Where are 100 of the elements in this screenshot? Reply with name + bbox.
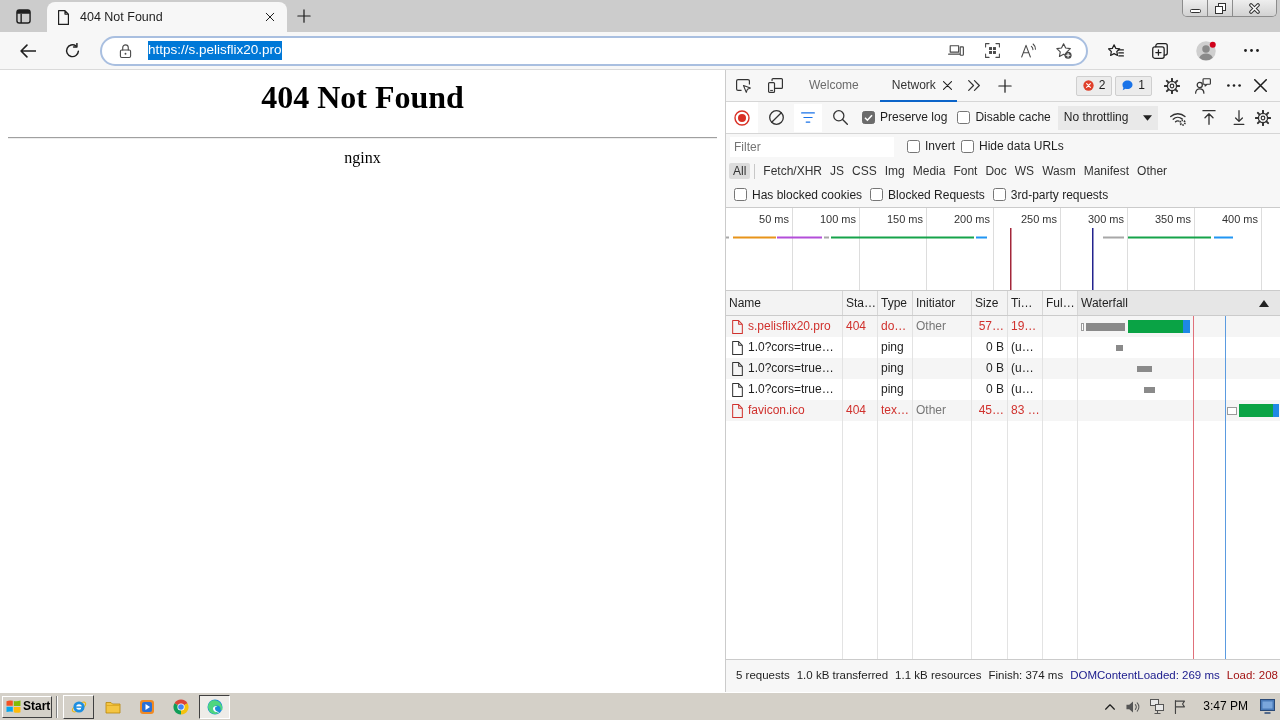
message-icon[interactable] bbox=[1122, 80, 1134, 91]
checkbox-label[interactable]: Has blocked cookies bbox=[752, 187, 863, 203]
restore-button[interactable] bbox=[1208, 0, 1233, 16]
resource-type-filter[interactable]: Font bbox=[949, 162, 982, 180]
checkbox-label[interactable]: Disable cache bbox=[975, 110, 1051, 125]
checkbox[interactable] bbox=[957, 111, 971, 124]
minimize-icon[interactable] bbox=[1189, 9, 1201, 13]
segmented-circle-icon[interactable] bbox=[172, 698, 189, 715]
column-header[interactable]: Name bbox=[726, 291, 843, 315]
resource-type-filter[interactable]: Media bbox=[908, 162, 950, 180]
caret-down-icon[interactable] bbox=[1142, 114, 1152, 121]
devices-icon[interactable] bbox=[948, 45, 964, 56]
clear-icon[interactable] bbox=[768, 110, 784, 125]
checkbox[interactable] bbox=[961, 140, 974, 153]
checkbox-label[interactable]: Preserve log bbox=[880, 110, 948, 125]
column-header[interactable]: Initiator bbox=[913, 291, 972, 315]
timing-bar bbox=[1086, 322, 1125, 331]
request-name[interactable]: favicon.ico bbox=[748, 403, 805, 418]
speaker-icon[interactable] bbox=[1126, 699, 1141, 714]
checkbox-label[interactable]: Blocked Requests bbox=[888, 187, 985, 203]
show-desktop-icon[interactable] bbox=[1260, 699, 1275, 714]
device-icon[interactable] bbox=[767, 78, 783, 93]
request-name[interactable]: 1.0?cors=true… bbox=[748, 361, 834, 376]
time-tick-label: 50 ms bbox=[759, 213, 789, 227]
resource-type-filter[interactable]: All bbox=[729, 162, 751, 180]
request-name[interactable]: s.pelisflix20.pro bbox=[748, 319, 831, 334]
resource-type-filter[interactable]: Fetch/XHR bbox=[759, 162, 827, 180]
message-counter[interactable]: 1 bbox=[1115, 75, 1152, 96]
browser-tab[interactable]: 404 Not Found bbox=[47, 2, 287, 32]
url-text[interactable]: https://s.pelisflix20.pro bbox=[148, 41, 282, 60]
checkbox[interactable] bbox=[870, 188, 884, 202]
table-row[interactable]: s.pelisflix20.pro 404 do… Other 57… 19… bbox=[726, 316, 1280, 337]
checkbox[interactable] bbox=[992, 188, 1006, 202]
error-counter[interactable]: 2 bbox=[1075, 75, 1113, 96]
lock-icon[interactable] bbox=[119, 43, 132, 58]
chevron-up-icon[interactable] bbox=[1105, 703, 1116, 710]
resource-type-filter[interactable]: Manifest bbox=[1079, 162, 1134, 180]
column-header[interactable]: Ti… bbox=[1008, 291, 1043, 315]
minimize-button[interactable] bbox=[1183, 0, 1208, 16]
filter-icon[interactable] bbox=[801, 112, 815, 123]
inspect-icon[interactable] bbox=[735, 78, 751, 93]
back-icon[interactable] bbox=[20, 43, 36, 58]
panel-tab[interactable]: Welcome bbox=[797, 69, 871, 102]
collections-icon[interactable] bbox=[1152, 42, 1168, 59]
app-grid-icon[interactable] bbox=[984, 43, 1000, 58]
table-cell: 83 … bbox=[1008, 400, 1043, 421]
column-header[interactable]: Sta… bbox=[843, 291, 878, 315]
sort-ascending-icon[interactable] bbox=[1259, 299, 1269, 307]
filter-button[interactable] bbox=[794, 103, 822, 132]
resource-type-filter[interactable]: Other bbox=[1133, 162, 1172, 180]
restore-icon[interactable] bbox=[1214, 2, 1226, 14]
address-bar[interactable]: https://s.pelisflix20.pro bbox=[100, 35, 1088, 66]
page-icon bbox=[58, 9, 69, 25]
summary-text: 5 requests bbox=[736, 669, 790, 683]
request-name[interactable]: 1.0?cors=true… bbox=[748, 382, 834, 397]
resource-type-filter[interactable]: JS bbox=[826, 162, 849, 180]
flag-icon[interactable] bbox=[1174, 699, 1187, 714]
error-icon[interactable] bbox=[1082, 80, 1094, 91]
table-cell: do… bbox=[878, 316, 913, 337]
refresh-icon[interactable] bbox=[64, 43, 80, 58]
tab-actions-icon[interactable] bbox=[16, 8, 31, 24]
resource-type-filter[interactable]: Img bbox=[880, 162, 909, 180]
search-icon[interactable] bbox=[832, 110, 848, 125]
column-header[interactable]: Type bbox=[878, 291, 913, 315]
resource-type-filter[interactable]: Wasm bbox=[1038, 162, 1080, 180]
upload-icon[interactable] bbox=[1201, 110, 1216, 125]
resource-type-filter[interactable]: CSS bbox=[848, 162, 881, 180]
play-icon[interactable] bbox=[138, 698, 155, 715]
column-header[interactable]: Size bbox=[972, 291, 1008, 315]
close-window-button[interactable] bbox=[1233, 0, 1276, 16]
taskbar-app-button[interactable] bbox=[199, 694, 230, 719]
network-icon[interactable] bbox=[1150, 699, 1165, 714]
close-tab-icon[interactable] bbox=[942, 81, 952, 90]
checkbox[interactable] bbox=[907, 140, 920, 153]
record-button[interactable] bbox=[726, 102, 758, 133]
table-row[interactable]: favicon.ico 404 tex… Other 45… 83 … bbox=[726, 400, 1280, 421]
column-header[interactable]: Waterfall bbox=[1078, 291, 1280, 315]
read-aloud-icon[interactable] bbox=[1020, 43, 1036, 58]
star-plus-icon[interactable] bbox=[1056, 42, 1072, 59]
resource-type-filter[interactable]: WS bbox=[1010, 162, 1039, 180]
star-list-icon[interactable] bbox=[1108, 43, 1124, 58]
checkbox-label[interactable]: Hide data URLs bbox=[979, 139, 1064, 154]
avatar-icon[interactable] bbox=[1196, 40, 1216, 61]
checkbox[interactable] bbox=[734, 188, 747, 202]
more-icon[interactable] bbox=[1243, 49, 1259, 52]
checkbox[interactable] bbox=[862, 111, 875, 124]
close-icon[interactable] bbox=[1249, 2, 1260, 14]
double-chevron-icon[interactable] bbox=[967, 80, 980, 91]
resource-type-filter[interactable]: Doc bbox=[981, 162, 1011, 180]
record-icon[interactable] bbox=[734, 109, 750, 126]
checkbox-label[interactable]: 3rd-party requests bbox=[1010, 187, 1109, 203]
table-row[interactable]: 1.0?cors=true… ping 0 B (u… bbox=[726, 358, 1280, 379]
filter-field[interactable]: Filter bbox=[730, 136, 894, 157]
request-name[interactable]: 1.0?cors=true… bbox=[748, 340, 834, 355]
close-icon[interactable] bbox=[1253, 79, 1267, 92]
start-button[interactable]: Start bbox=[2, 695, 52, 718]
more-icon[interactable] bbox=[1227, 84, 1241, 87]
throttling-select[interactable]: No throttling bbox=[1057, 105, 1158, 130]
download-icon[interactable] bbox=[1232, 110, 1245, 125]
checkbox-label[interactable]: Invert bbox=[925, 139, 955, 154]
